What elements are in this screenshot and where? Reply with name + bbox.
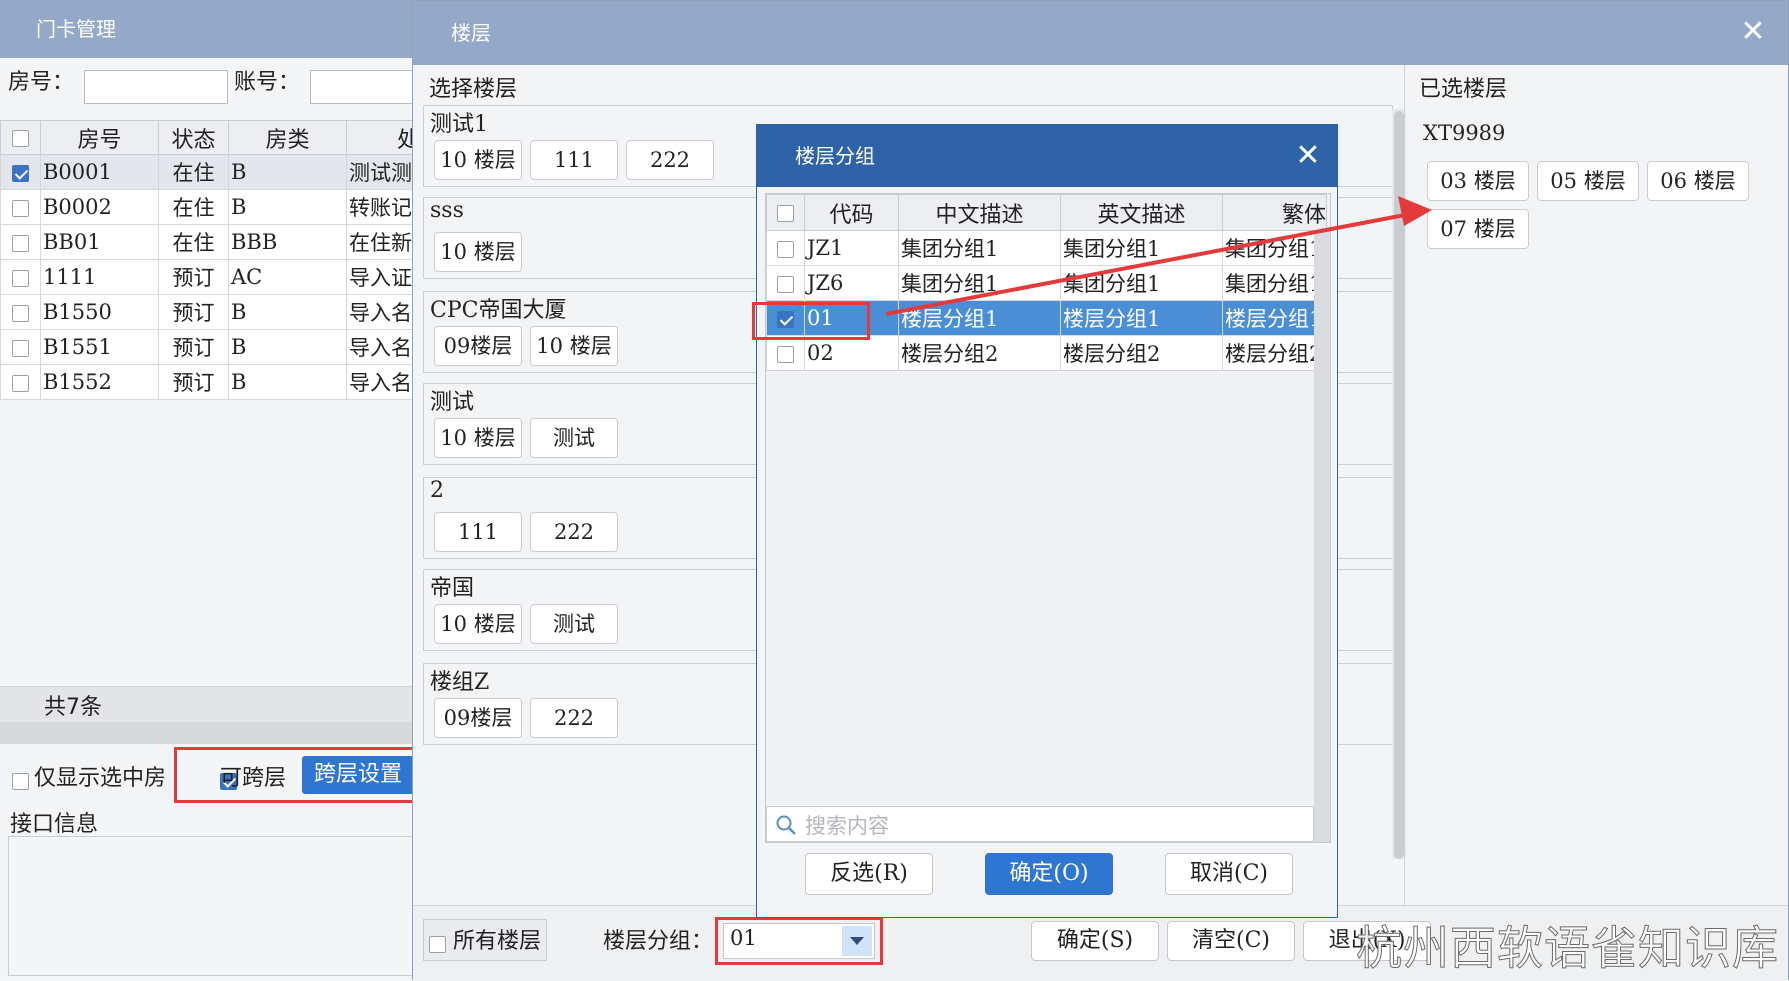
watermark: 杭州西软语雀知识库: [1356, 921, 1779, 976]
annotation-arrow: [885, 196, 1432, 316]
